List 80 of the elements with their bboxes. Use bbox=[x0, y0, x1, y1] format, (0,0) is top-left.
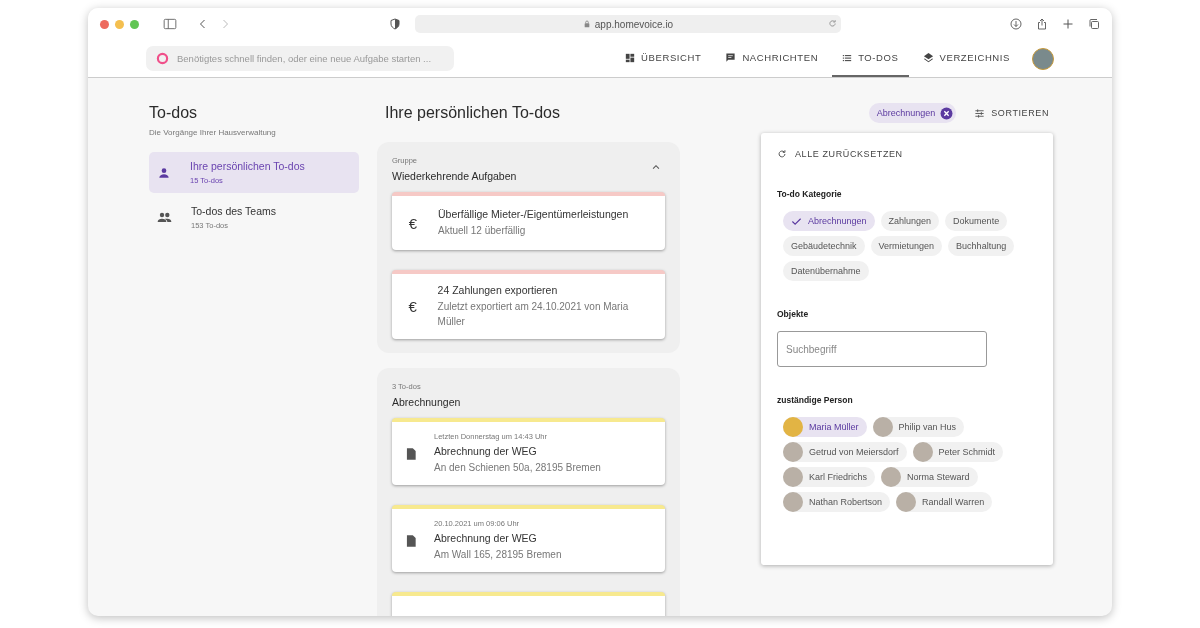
address-bar[interactable]: app.homevoice.io bbox=[415, 15, 841, 33]
page-subtitle: Die Vorgänge Ihrer Hausverwaltung bbox=[149, 128, 277, 137]
avatar-placeholder bbox=[881, 467, 901, 487]
todo-title: Überfällige Mieter-/Eigentümerleistungen bbox=[438, 208, 629, 220]
person-chip[interactable]: Nathan Robertson bbox=[783, 492, 891, 512]
person-chip[interactable]: Norma Steward bbox=[881, 467, 978, 487]
people-icon bbox=[157, 210, 172, 225]
avatar-placeholder bbox=[783, 492, 803, 512]
tabs-icon bbox=[1088, 18, 1100, 30]
sidebar-item-label: Ihre persönlichen To-dos bbox=[190, 160, 305, 172]
minimize-window-button[interactable] bbox=[115, 19, 124, 29]
search-field[interactable]: Suchbegriff bbox=[777, 331, 987, 367]
sliders-icon bbox=[974, 107, 986, 119]
ring-icon bbox=[156, 52, 169, 65]
section-title: Ihre persönlichen To-dos bbox=[384, 104, 561, 122]
category-chip[interactable]: Vermietungen bbox=[870, 236, 943, 256]
document-icon bbox=[404, 533, 418, 548]
url-text: app.homevoice.io bbox=[594, 18, 674, 30]
category-chip[interactable]: Abrechnungen bbox=[783, 211, 875, 231]
person-icon bbox=[157, 165, 171, 180]
euro-icon: € bbox=[404, 214, 422, 232]
todo-detail: An den Schienen 50a, 28195 Bremen bbox=[434, 461, 601, 475]
grid-icon bbox=[625, 52, 636, 63]
sort-button[interactable]: SORTIEREN bbox=[974, 107, 1049, 119]
download-icon bbox=[1010, 18, 1022, 30]
user-avatar[interactable] bbox=[1032, 47, 1054, 70]
todo-title: Abrechnung der WEG bbox=[434, 445, 538, 457]
avatar-placeholder bbox=[783, 417, 803, 437]
close-window-button[interactable] bbox=[100, 19, 109, 29]
group-name: Abrechnungen bbox=[392, 396, 461, 408]
close-icon[interactable] bbox=[940, 106, 954, 120]
todo-detail: Aktuell 12 überfällig bbox=[438, 224, 527, 238]
todo-title: 24 Zahlungen exportieren bbox=[437, 284, 559, 296]
person-chip[interactable]: Philip van Hus bbox=[872, 417, 965, 437]
reload-icon bbox=[828, 19, 837, 28]
todo-title: Abrechnung der WEG bbox=[434, 532, 538, 544]
category-chip[interactable]: Zahlungen bbox=[880, 211, 940, 231]
reload-icon bbox=[777, 149, 787, 159]
reset-button[interactable]: ALLE ZURÜCKSETZEN bbox=[777, 149, 1038, 159]
avatar-placeholder bbox=[896, 492, 917, 512]
category-chip[interactable]: Datenübernahme bbox=[783, 261, 869, 281]
avatar-placeholder bbox=[783, 442, 803, 462]
todo-detail: Zuletzt exportiert am 24.10.2021 von Maria Müller bbox=[437, 300, 630, 329]
nav-tab[interactable]: VERZEICHNIS bbox=[912, 40, 1020, 77]
shield-icon bbox=[389, 18, 401, 30]
category-chip[interactable]: Buchhaltung bbox=[948, 236, 1015, 256]
person-chip[interactable]: Peter Schmidt bbox=[912, 442, 1004, 462]
chat-icon bbox=[725, 52, 737, 63]
lock-icon bbox=[582, 20, 591, 28]
group-name: Wiederkehrende Aufgaben bbox=[392, 170, 517, 182]
maximize-window-button[interactable] bbox=[130, 19, 139, 29]
category-chip[interactable]: Dokumente bbox=[945, 211, 1008, 231]
avatar-placeholder bbox=[783, 467, 803, 487]
person-chip[interactable]: Randall Warren bbox=[896, 492, 993, 512]
list-icon bbox=[842, 52, 853, 63]
plus-icon bbox=[1062, 18, 1074, 30]
share-icon bbox=[1036, 18, 1048, 30]
category-chip[interactable]: Gebäudetechnik bbox=[783, 236, 865, 256]
person-chip[interactable]: Karl Friedrichs bbox=[783, 467, 875, 487]
filter-label: zuständige Person bbox=[777, 395, 854, 405]
avatar-placeholder bbox=[912, 442, 933, 462]
page-title: To-dos bbox=[149, 104, 199, 122]
sidebar-item-label: To-dos des Teams bbox=[191, 205, 276, 217]
sidebar-icon bbox=[163, 17, 177, 31]
layers-icon bbox=[922, 52, 934, 63]
avatar-placeholder bbox=[872, 417, 893, 437]
todo-card[interactable]: € 24 Zahlungen exportieren Zuletzt exportiert am 24.10.2021 von Maria Müller bbox=[392, 270, 665, 339]
euro-icon: € bbox=[404, 298, 422, 315]
nav-tab[interactable]: NACHRICHTEN bbox=[715, 40, 829, 77]
filter-label: To-do Kategorie bbox=[777, 189, 843, 199]
chevron-icon[interactable] bbox=[651, 162, 661, 172]
todo-card[interactable]: € Überfällige Mieter-/Eigentümerleistungen Aktuell 12 überfällig bbox=[392, 192, 665, 250]
person-chip[interactable]: Getrud von Meiersdorf bbox=[783, 442, 907, 462]
filter-label: Objekte bbox=[777, 309, 810, 319]
nav-tab[interactable]: ÜBERSICHT bbox=[615, 40, 712, 77]
filter-chip[interactable]: Abrechnungen bbox=[868, 103, 957, 123]
nav-tab[interactable]: TO-DOS bbox=[832, 40, 909, 77]
document-icon bbox=[404, 446, 418, 461]
todo-detail: Am Wall 165, 28195 Bremen bbox=[434, 548, 562, 562]
person-chip[interactable]: Maria Müller bbox=[783, 417, 867, 437]
